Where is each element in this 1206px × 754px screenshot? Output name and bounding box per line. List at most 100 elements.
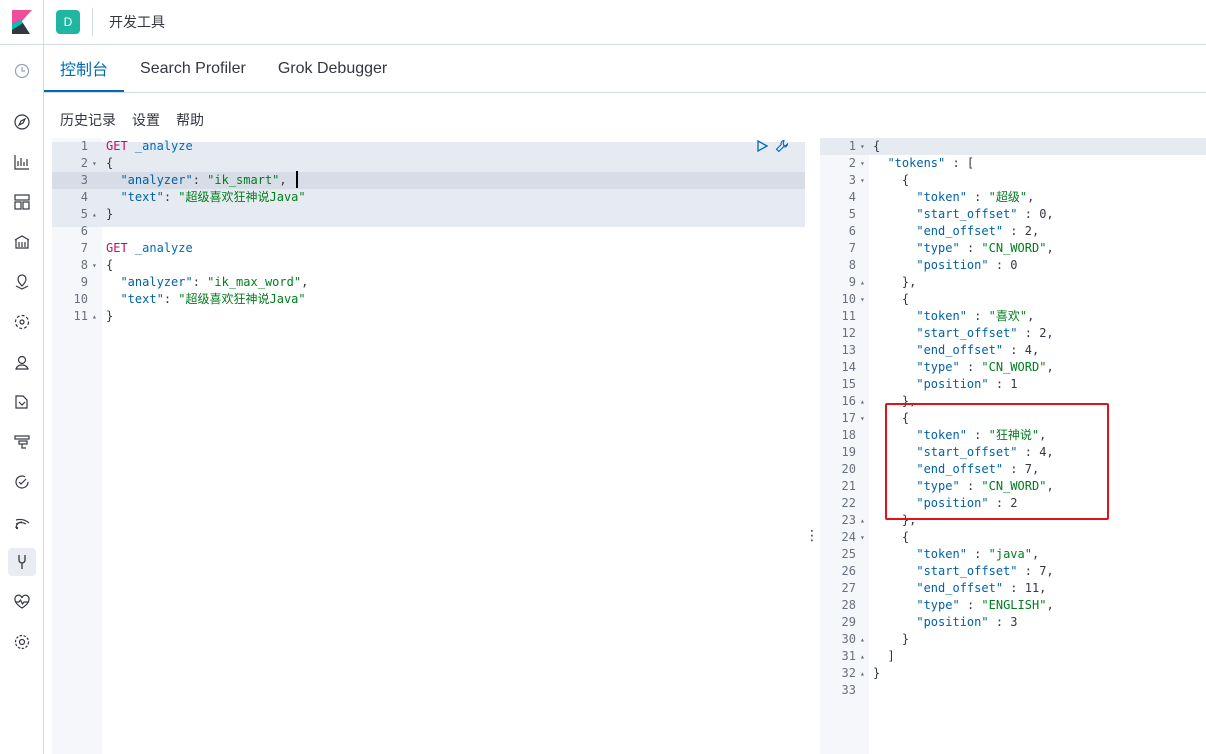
infrastructure-icon[interactable]	[8, 348, 36, 376]
top-header: D 开发工具	[0, 0, 1206, 45]
line-number: 14	[841, 360, 856, 374]
code-line: 23 ▴ },	[820, 512, 1206, 529]
text-cursor	[296, 171, 298, 188]
fold-toggle-icon[interactable]: ▴	[860, 665, 870, 682]
response-lines: 1 ▾{2 ▾ "tokens" : [3 ▾ {4 "token" : "超级", 5…	[820, 138, 1206, 699]
line-number: 11	[73, 309, 88, 323]
line-number: 1	[848, 139, 856, 153]
fold-toggle-icon[interactable]: ▴	[860, 648, 870, 665]
play-icon[interactable]	[755, 139, 769, 153]
code-text: "start_offset" : 4,	[916, 445, 1054, 459]
code-line: 9 ▴ },	[820, 274, 1206, 291]
line-number: 16	[841, 394, 856, 408]
fold-toggle-icon[interactable]: ▴	[860, 393, 870, 410]
fold-toggle-icon[interactable]: ▾	[860, 138, 870, 155]
code-text: GET _analyze	[106, 241, 193, 255]
code-text: },	[873, 394, 917, 408]
fold-toggle-icon[interactable]: ▾	[92, 257, 102, 274]
line-number: 24	[841, 530, 856, 544]
line-number: 30	[841, 632, 856, 646]
code-text: {	[873, 139, 881, 153]
line-number: 28	[841, 598, 856, 612]
line-number: 7	[848, 241, 856, 255]
fold-toggle-icon[interactable]: ▴	[92, 308, 102, 325]
code-text: "type" : "CN_WORD",	[916, 241, 1054, 255]
code-line: 25 "token" : "java",	[820, 546, 1206, 563]
kibana-logo-icon	[11, 10, 32, 34]
fold-toggle-icon[interactable]: ▾	[860, 410, 870, 427]
visualize-icon[interactable]	[8, 148, 36, 176]
history-link[interactable]: 历史记录	[60, 110, 116, 130]
devtools-icon[interactable]	[8, 548, 36, 576]
code-text: {	[873, 411, 910, 425]
request-lines: 1 GET _analyze 2 ▾ {3 "analyzer": "ik_smart"…	[52, 138, 805, 325]
panel-resize-handle[interactable]: ⋮	[805, 525, 819, 545]
clock-icon[interactable]	[8, 57, 36, 85]
line-number: 7	[80, 241, 88, 255]
wrench-icon[interactable]	[775, 139, 789, 153]
code-line: 27 "end_offset" : 11,	[820, 580, 1206, 597]
fold-toggle-icon[interactable]: ▾	[860, 172, 870, 189]
fold-toggle-icon[interactable]: ▾	[860, 291, 870, 308]
code-line: 7 GET _analyze	[52, 240, 805, 257]
tab-console[interactable]: 控制台	[44, 45, 125, 92]
line-number: 5	[848, 207, 856, 221]
line-number: 31	[841, 649, 856, 663]
fold-toggle-icon[interactable]: ▾	[92, 155, 102, 172]
code-line: 2 ▾ {	[52, 155, 805, 172]
kibana-logo[interactable]	[0, 0, 44, 45]
code-text: {	[873, 173, 910, 187]
code-line: 5 ▴}	[52, 206, 805, 223]
code-line: 14 "type" : "CN_WORD",	[820, 359, 1206, 376]
code-line: 18 "token" : "狂神说",	[820, 427, 1206, 444]
code-text: "token" : "狂神说",	[916, 428, 1047, 442]
space-avatar[interactable]: D	[56, 10, 80, 34]
console-menu: 历史记录 设置 帮助	[60, 110, 204, 130]
line-number: 33	[841, 683, 856, 697]
code-text: "type" : "ENGLISH",	[916, 598, 1054, 612]
tab-search-profiler[interactable]: Search Profiler	[124, 45, 262, 92]
tab-grok-debugger[interactable]: Grok Debugger	[262, 45, 403, 92]
code-line: 4 "token" : "超级",	[820, 189, 1206, 206]
line-number: 32	[841, 666, 856, 680]
code-text: GET _analyze	[106, 139, 193, 153]
fold-toggle-icon[interactable]: ▾	[860, 155, 870, 172]
request-editor[interactable]: 1 GET _analyze 2 ▾ {3 "analyzer": "ik_smart"…	[52, 138, 805, 754]
settings-link[interactable]: 设置	[132, 110, 160, 130]
code-text: "token" : "java",	[916, 547, 1040, 561]
code-line: 6 "end_offset" : 2,	[820, 223, 1206, 240]
help-link[interactable]: 帮助	[176, 110, 204, 130]
fold-toggle-icon[interactable]: ▴	[860, 512, 870, 529]
line-number: 4	[848, 190, 856, 204]
siem-icon[interactable]	[8, 508, 36, 536]
line-number: 4	[80, 190, 88, 204]
management-icon[interactable]	[8, 628, 36, 656]
compass-icon[interactable]	[8, 108, 36, 136]
fold-toggle-icon[interactable]: ▴	[860, 274, 870, 291]
code-text: ]	[873, 649, 895, 663]
maps-icon[interactable]	[8, 268, 36, 296]
fold-toggle-icon[interactable]: ▾	[860, 529, 870, 546]
code-line: 10 "text": "超级喜欢狂神说Java"	[52, 291, 805, 308]
fold-toggle-icon[interactable]: ▴	[860, 631, 870, 648]
page-title: 开发工具	[109, 14, 165, 30]
code-line: 33	[820, 682, 1206, 699]
code-text: {	[873, 530, 910, 544]
code-text: "end_offset" : 2,	[916, 224, 1040, 238]
canvas-icon[interactable]	[8, 228, 36, 256]
uptime-icon[interactable]	[8, 468, 36, 496]
code-text: "type" : "CN_WORD",	[916, 479, 1054, 493]
code-text: "start_offset" : 7,	[916, 564, 1054, 578]
fold-toggle-icon[interactable]: ▴	[92, 206, 102, 223]
dashboard-icon[interactable]	[8, 188, 36, 216]
line-number: 6	[848, 224, 856, 238]
code-line: 30 ▴ }	[820, 631, 1206, 648]
monitoring-icon[interactable]	[8, 588, 36, 616]
code-text: "end_offset" : 7,	[916, 462, 1040, 476]
logs-icon[interactable]	[8, 388, 36, 416]
line-number: 22	[841, 496, 856, 510]
apm-icon[interactable]	[8, 428, 36, 456]
ml-icon[interactable]	[8, 308, 36, 336]
line-number: 12	[841, 326, 856, 340]
code-text: "type" : "CN_WORD",	[916, 360, 1054, 374]
